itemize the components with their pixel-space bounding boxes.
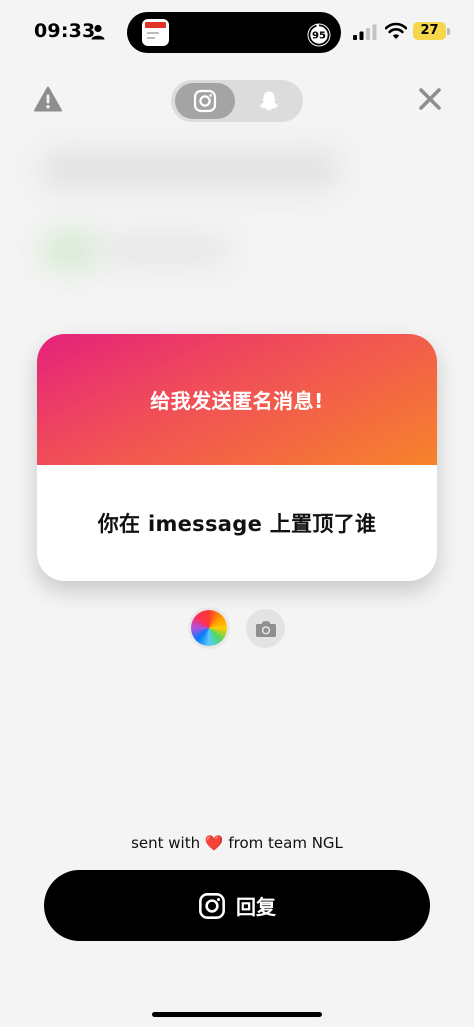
heart-icon: ❤️ [204, 834, 224, 852]
island-progress-value: 95 [312, 31, 326, 42]
instagram-icon [199, 892, 225, 919]
person-icon [91, 24, 105, 40]
sent-suffix: from team NGL [228, 834, 343, 852]
question-card: 给我发送匿名消息! 你在 imessage 上置顶了谁 [37, 334, 437, 581]
island-app-icon [142, 19, 169, 46]
tab-instagram[interactable] [175, 83, 235, 119]
color-wheel-icon[interactable] [191, 610, 227, 646]
home-indicator[interactable] [152, 1012, 322, 1017]
sent-prefix: sent with [131, 834, 201, 852]
card-header: 给我发送匿名消息! [37, 334, 437, 465]
tab-snapchat[interactable] [239, 83, 299, 119]
sent-with-text: sent with ❤️ from team NGL [0, 834, 474, 852]
warning-icon[interactable] [34, 86, 62, 112]
card-title: 给我发送匿名消息! [150, 389, 324, 413]
blurred-backdrop-text-2 [100, 235, 230, 265]
wifi-icon [385, 22, 407, 39]
close-icon[interactable] [418, 87, 442, 111]
instagram-icon [193, 89, 217, 113]
blurred-backdrop-accent [40, 230, 100, 270]
reply-button[interactable]: 回复 [44, 870, 430, 941]
battery-level: 27 [413, 22, 446, 40]
card-message: 你在 imessage 上置顶了谁 [97, 512, 377, 536]
status-time: 09:33 [34, 20, 96, 42]
camera-button[interactable] [246, 609, 285, 648]
signal-icon [353, 24, 377, 40]
progress-ring-icon: 95 [307, 23, 331, 47]
reply-label: 回复 [236, 895, 276, 919]
camera-icon [255, 620, 276, 637]
snapchat-icon [259, 91, 279, 111]
card-body: 你在 imessage 上置顶了谁 [37, 465, 437, 581]
blurred-backdrop-text [40, 150, 340, 190]
battery-cap [447, 28, 450, 35]
